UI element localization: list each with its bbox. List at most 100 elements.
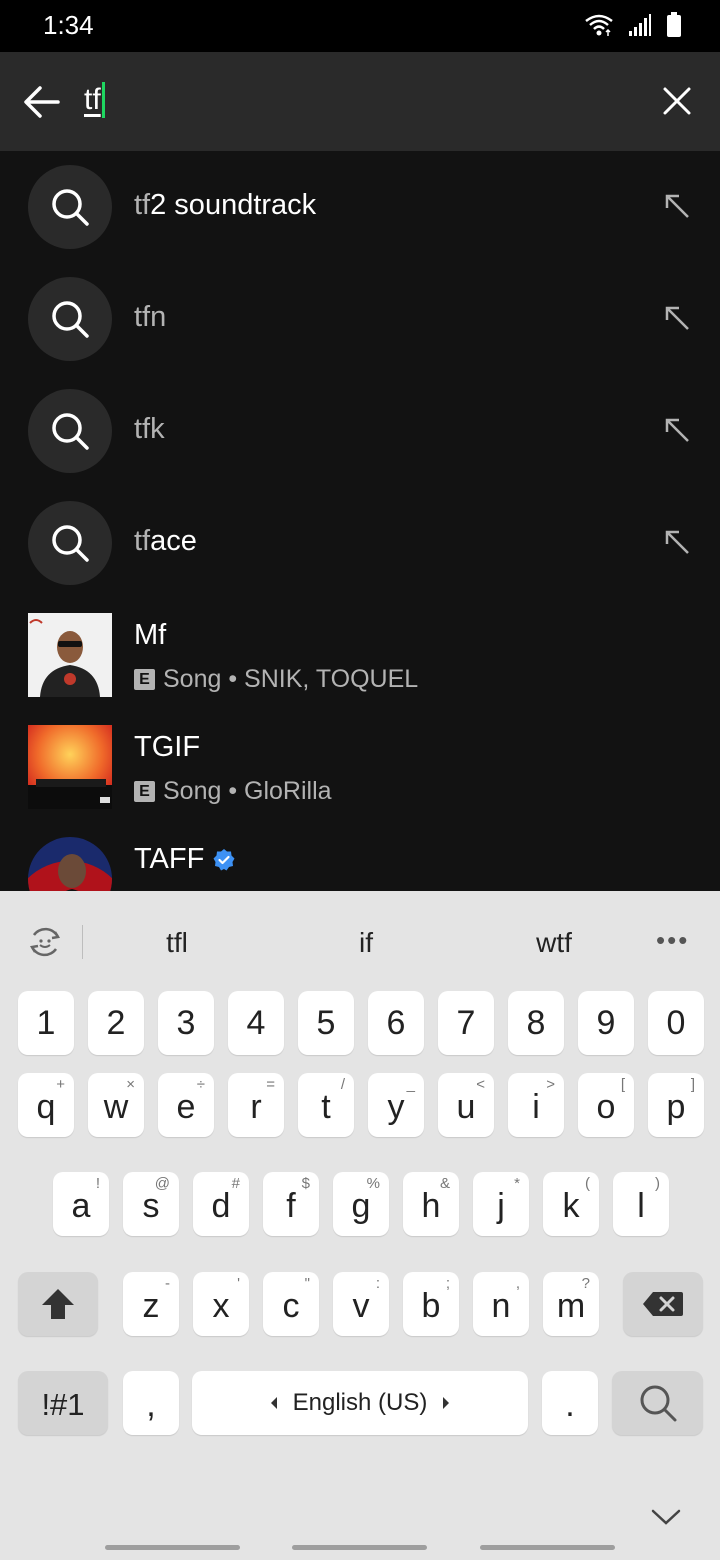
word-suggestion[interactable]: tfl	[166, 927, 188, 959]
key[interactable]: d #	[193, 1172, 249, 1236]
key[interactable]: 6	[368, 991, 424, 1055]
artist-result-row[interactable]: TAFF	[0, 825, 720, 891]
suggestion-text: tfk	[134, 413, 165, 446]
key[interactable]: s @	[123, 1172, 179, 1236]
key-label: 5	[316, 1003, 336, 1042]
key[interactable]: t /	[298, 1073, 354, 1137]
fill-query-arrow-icon[interactable]	[664, 417, 690, 443]
key[interactable]: o[	[578, 1073, 634, 1137]
key-hint: $	[301, 1175, 310, 1192]
status-bar: 1:34	[0, 0, 720, 52]
suggestion-text: tfn	[134, 301, 166, 334]
key[interactable]: m?	[543, 1272, 599, 1336]
key[interactable]: w ×	[88, 1073, 144, 1137]
key[interactable]: a!	[53, 1172, 109, 1236]
key[interactable]: p]	[648, 1073, 704, 1137]
key[interactable]: q +	[18, 1073, 74, 1137]
hide-keyboard-icon[interactable]	[648, 1502, 684, 1532]
search-key[interactable]	[612, 1371, 703, 1435]
search-icon	[52, 301, 89, 338]
key[interactable]: z-	[123, 1272, 179, 1336]
nav-handle[interactable]	[105, 1545, 240, 1550]
shift-arrow-icon	[42, 1289, 74, 1319]
suggestion-rest: 2 soundtrack	[150, 189, 317, 221]
key-label: 6	[386, 1003, 406, 1042]
key-label: s	[142, 1186, 160, 1225]
key-hint: ×	[126, 1076, 135, 1093]
key[interactable]: n,	[473, 1272, 529, 1336]
search-input[interactable]: tf	[84, 82, 105, 118]
key-label: t	[321, 1087, 331, 1126]
key-label: k	[562, 1186, 580, 1225]
key-label: r	[250, 1087, 262, 1126]
key[interactable]: 2	[88, 991, 144, 1055]
key-label: l	[637, 1186, 645, 1225]
comma-key-label: ,	[146, 1385, 156, 1424]
close-icon[interactable]	[662, 86, 692, 116]
suggestion-rest: n	[150, 301, 167, 333]
key[interactable]: f $	[263, 1172, 319, 1236]
key[interactable]: 8	[508, 991, 564, 1055]
fill-query-arrow-icon[interactable]	[664, 193, 690, 219]
key[interactable]: 4	[228, 991, 284, 1055]
shift-key[interactable]	[18, 1272, 98, 1336]
song-result-row[interactable]: Mf E Song • SNIK, TOQUEL	[0, 601, 720, 713]
key[interactable]: u <	[438, 1073, 494, 1137]
suggestion-prefix: tf	[134, 413, 151, 445]
suggestion-row[interactable]: tf2 soundtrack	[0, 151, 720, 263]
key-label: 7	[456, 1003, 476, 1042]
fill-query-arrow-icon[interactable]	[664, 529, 690, 555]
key[interactable]: 1	[18, 991, 74, 1055]
symbols-key[interactable]: !#1	[18, 1371, 108, 1435]
key-label: 3	[176, 1003, 196, 1042]
key[interactable]: h &	[403, 1172, 459, 1236]
key[interactable]: g%	[333, 1172, 389, 1236]
key-hint: #	[231, 1175, 240, 1192]
key[interactable]: 9	[578, 991, 634, 1055]
song-result-row[interactable]: TGIF E Song • GloRilla	[0, 713, 720, 825]
key[interactable]: k(	[543, 1172, 599, 1236]
verified-badge-icon	[213, 848, 235, 870]
suggestion-row[interactable]: tfn	[0, 263, 720, 375]
key-label: p	[666, 1087, 686, 1126]
fill-query-arrow-icon[interactable]	[664, 305, 690, 331]
key[interactable]: v:	[333, 1272, 389, 1336]
key[interactable]: 5	[298, 991, 354, 1055]
key[interactable]: 0	[648, 991, 704, 1055]
key-label: d	[211, 1186, 231, 1225]
suggestion-row[interactable]: tface	[0, 487, 720, 599]
key-label: 0	[666, 1003, 686, 1042]
key-label: n	[491, 1286, 511, 1325]
key[interactable]: 3	[158, 991, 214, 1055]
comma-key[interactable]: ,	[123, 1371, 179, 1435]
keyboard-tools-icon[interactable]	[26, 923, 64, 961]
signal-icon	[629, 14, 651, 36]
key[interactable]: 7	[438, 991, 494, 1055]
key-label: 8	[526, 1003, 546, 1042]
key[interactable]: l)	[613, 1172, 669, 1236]
key-label: x	[212, 1286, 230, 1325]
key[interactable]: i >	[508, 1073, 564, 1137]
nav-handle[interactable]	[480, 1545, 615, 1550]
nav-handle[interactable]	[292, 1545, 427, 1550]
key-hint: :	[375, 1275, 380, 1292]
toolbar-divider	[82, 925, 83, 959]
more-options-icon[interactable]: •••	[656, 925, 689, 956]
backspace-key[interactable]	[623, 1272, 703, 1336]
symbols-key-label: !#1	[41, 1387, 85, 1422]
result-subtitle: E Song • SNIK, TOQUEL	[134, 665, 418, 694]
key[interactable]: e ÷	[158, 1073, 214, 1137]
key[interactable]: r =	[228, 1073, 284, 1137]
suggestion-row[interactable]: tfk	[0, 375, 720, 487]
space-key[interactable]: English (US)	[192, 1371, 528, 1435]
key[interactable]: b;	[403, 1272, 459, 1336]
album-art	[28, 613, 112, 697]
key[interactable]: c "	[263, 1272, 319, 1336]
key[interactable]: y _	[368, 1073, 424, 1137]
key[interactable]: x '	[193, 1272, 249, 1336]
key[interactable]: j *	[473, 1172, 529, 1236]
word-suggestion[interactable]: wtf	[536, 927, 572, 959]
word-suggestion[interactable]: if	[359, 927, 373, 959]
back-arrow-icon[interactable]	[22, 82, 62, 122]
period-key[interactable]: .	[542, 1371, 598, 1435]
